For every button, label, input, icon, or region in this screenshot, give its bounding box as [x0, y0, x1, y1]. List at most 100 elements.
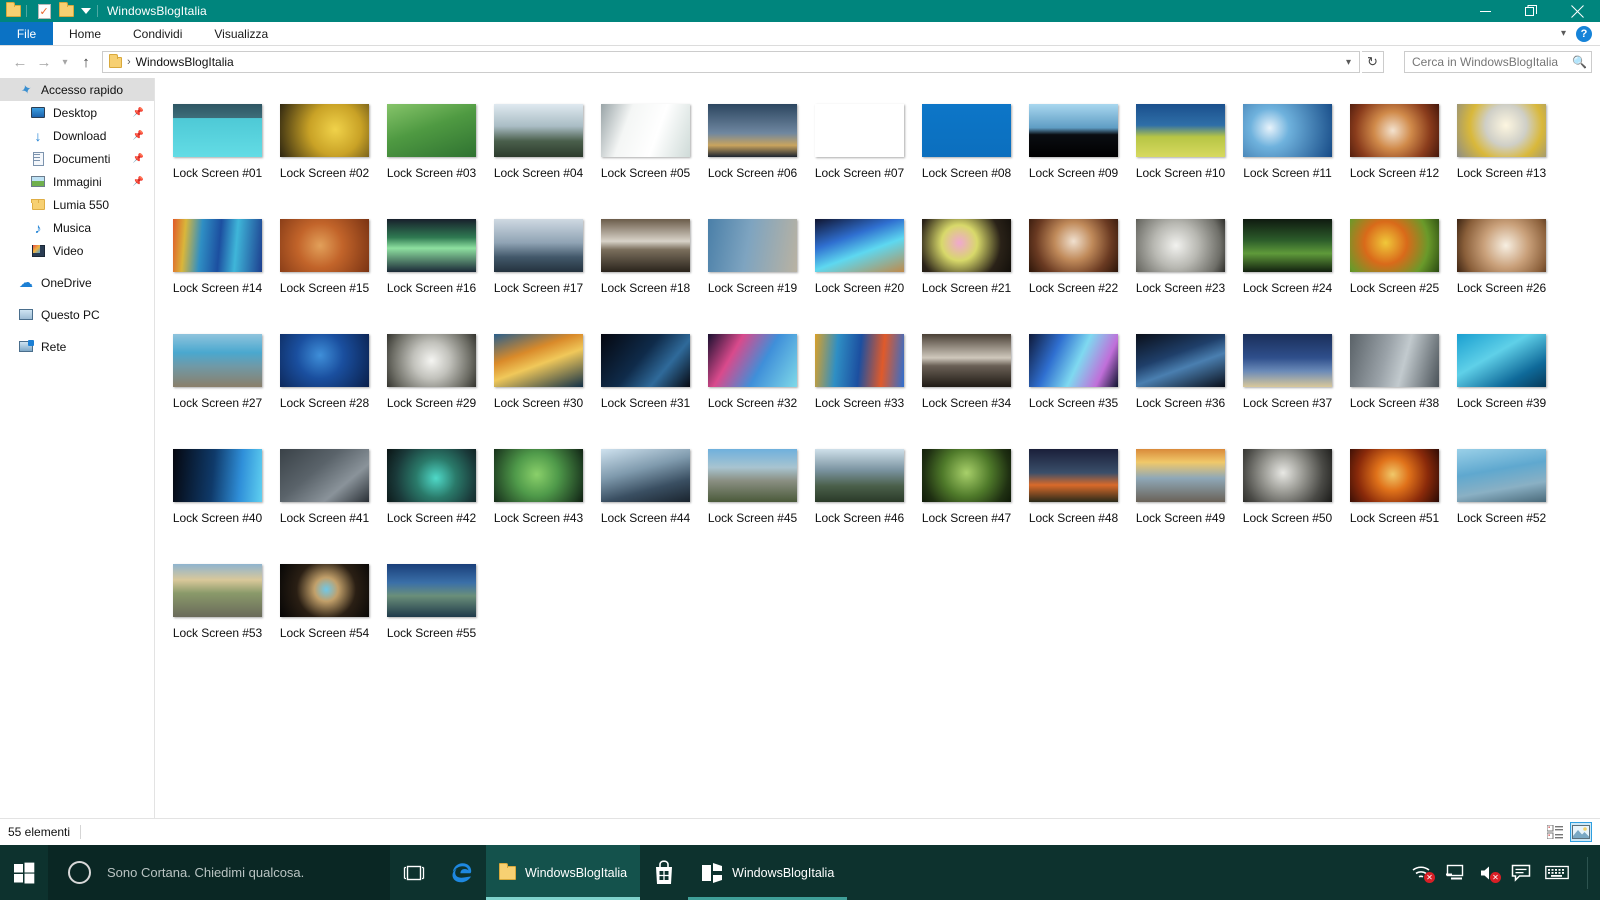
refresh-button[interactable]: ↻: [1362, 51, 1384, 73]
pin-icon[interactable]: 📌: [133, 176, 144, 187]
sidebar-item-onedrive[interactable]: ☁OneDrive: [0, 271, 154, 294]
tab-condividi[interactable]: Condividi: [117, 22, 198, 45]
sidebar-item-immagini[interactable]: Immagini📌: [0, 170, 154, 193]
recent-locations-icon[interactable]: ▾: [56, 50, 74, 74]
keyboard-icon[interactable]: [1545, 865, 1569, 880]
file-tile[interactable]: Lock Screen #29: [378, 330, 485, 445]
file-tile[interactable]: Lock Screen #24: [1234, 215, 1341, 330]
network-wireless-icon[interactable]: ✕: [1411, 865, 1431, 881]
file-tile[interactable]: Lock Screen #40: [164, 445, 271, 560]
file-tile[interactable]: Lock Screen #32: [699, 330, 806, 445]
quick-access-folder-icon[interactable]: [4, 3, 22, 19]
file-tile[interactable]: Lock Screen #34: [913, 330, 1020, 445]
file-tile[interactable]: Lock Screen #54: [271, 560, 378, 675]
help-icon[interactable]: ?: [1576, 26, 1592, 42]
up-button[interactable]: ↑: [74, 50, 98, 74]
title-bar[interactable]: WindowsBlogItalia: [0, 0, 1600, 22]
file-tile[interactable]: Lock Screen #38: [1341, 330, 1448, 445]
file-tile[interactable]: Lock Screen #19: [699, 215, 806, 330]
sidebar-item-accesso-rapido[interactable]: ✦Accesso rapido: [0, 78, 154, 101]
file-tile[interactable]: Lock Screen #43: [485, 445, 592, 560]
file-tile[interactable]: Lock Screen #55: [378, 560, 485, 675]
file-tile[interactable]: Lock Screen #48: [1020, 445, 1127, 560]
properties-icon[interactable]: [35, 3, 53, 19]
store-button[interactable]: [640, 845, 688, 900]
file-tile[interactable]: Lock Screen #09: [1020, 100, 1127, 215]
file-tile[interactable]: Lock Screen #03: [378, 100, 485, 215]
breadcrumb-path[interactable]: WindowsBlogItalia: [136, 55, 234, 69]
search-input[interactable]: Cerca in WindowsBlogItalia 🔍: [1404, 51, 1592, 73]
customize-quick-access-caret-icon[interactable]: [79, 3, 93, 19]
file-tile[interactable]: Lock Screen #52: [1448, 445, 1555, 560]
file-list-view[interactable]: Lock Screen #01Lock Screen #02Lock Scree…: [156, 78, 1600, 818]
file-tile[interactable]: Lock Screen #07: [806, 100, 913, 215]
file-tile[interactable]: Lock Screen #37: [1234, 330, 1341, 445]
file-tile[interactable]: Lock Screen #13: [1448, 100, 1555, 215]
task-view-button[interactable]: [390, 845, 438, 900]
details-view-button[interactable]: [1544, 822, 1566, 842]
sidebar-item-questo-pc[interactable]: Questo PC: [0, 303, 154, 326]
file-tile[interactable]: Lock Screen #23: [1127, 215, 1234, 330]
sidebar-item-lumia-550[interactable]: Lumia 550: [0, 193, 154, 216]
file-tile[interactable]: Lock Screen #39: [1448, 330, 1555, 445]
file-tile[interactable]: Lock Screen #14: [164, 215, 271, 330]
pin-icon[interactable]: 📌: [133, 107, 144, 118]
breadcrumb[interactable]: › WindowsBlogItalia ▾: [102, 51, 1360, 73]
cortana-search-box[interactable]: Sono Cortana. Chiedimi qualcosa.: [48, 845, 390, 900]
network-ethernet-icon[interactable]: [1445, 864, 1465, 881]
file-tile[interactable]: Lock Screen #10: [1127, 100, 1234, 215]
chevron-down-icon[interactable]: ▾: [1561, 28, 1566, 39]
sidebar-item-documenti[interactable]: Documenti📌: [0, 147, 154, 170]
file-tile[interactable]: Lock Screen #33: [806, 330, 913, 445]
file-tile[interactable]: Lock Screen #41: [271, 445, 378, 560]
file-tile[interactable]: Lock Screen #47: [913, 445, 1020, 560]
restore-button[interactable]: [1508, 0, 1554, 22]
file-tile[interactable]: Lock Screen #12: [1341, 100, 1448, 215]
sidebar-item-rete[interactable]: Rete: [0, 335, 154, 358]
file-tile[interactable]: Lock Screen #46: [806, 445, 913, 560]
tab-file[interactable]: File: [0, 22, 53, 45]
file-tile[interactable]: Lock Screen #04: [485, 100, 592, 215]
tab-visualizza[interactable]: Visualizza: [198, 22, 284, 45]
file-tile[interactable]: Lock Screen #20: [806, 215, 913, 330]
file-tile[interactable]: Lock Screen #22: [1020, 215, 1127, 330]
sidebar-item-desktop[interactable]: Desktop📌: [0, 101, 154, 124]
file-tile[interactable]: Lock Screen #15: [271, 215, 378, 330]
file-tile[interactable]: Lock Screen #35: [1020, 330, 1127, 445]
forward-button[interactable]: →: [32, 50, 56, 74]
file-tile[interactable]: Lock Screen #21: [913, 215, 1020, 330]
file-tile[interactable]: Lock Screen #06: [699, 100, 806, 215]
file-tile[interactable]: Lock Screen #30: [485, 330, 592, 445]
file-tile[interactable]: Lock Screen #18: [592, 215, 699, 330]
edge-button[interactable]: [438, 845, 486, 900]
file-tile[interactable]: Lock Screen #42: [378, 445, 485, 560]
action-center-icon[interactable]: [1511, 864, 1531, 882]
taskbar-windows-app[interactable]: WindowsBlogItalia: [688, 845, 847, 900]
file-tile[interactable]: Lock Screen #28: [271, 330, 378, 445]
back-button[interactable]: ←: [8, 50, 32, 74]
file-tile[interactable]: Lock Screen #16: [378, 215, 485, 330]
volume-icon[interactable]: ✕: [1479, 865, 1497, 881]
tab-home[interactable]: Home: [53, 22, 117, 45]
pin-icon[interactable]: 📌: [133, 153, 144, 164]
file-tile[interactable]: Lock Screen #11: [1234, 100, 1341, 215]
file-tile[interactable]: Lock Screen #49: [1127, 445, 1234, 560]
sidebar-item-video[interactable]: Video: [0, 239, 154, 262]
file-tile[interactable]: Lock Screen #45: [699, 445, 806, 560]
taskbar-file-explorer[interactable]: WindowsBlogItalia: [486, 845, 640, 900]
file-tile[interactable]: Lock Screen #26: [1448, 215, 1555, 330]
close-button[interactable]: [1554, 0, 1600, 22]
search-icon[interactable]: 🔍: [1572, 55, 1587, 69]
file-tile[interactable]: Lock Screen #25: [1341, 215, 1448, 330]
large-icons-view-button[interactable]: [1570, 822, 1592, 842]
minimize-button[interactable]: [1462, 0, 1508, 22]
file-tile[interactable]: Lock Screen #17: [485, 215, 592, 330]
chevron-down-icon[interactable]: ▾: [1346, 57, 1357, 68]
show-desktop-button[interactable]: [1587, 857, 1588, 889]
file-tile[interactable]: Lock Screen #44: [592, 445, 699, 560]
sidebar-item-musica[interactable]: ♪Musica: [0, 216, 154, 239]
new-folder-icon[interactable]: [57, 3, 75, 19]
file-tile[interactable]: Lock Screen #27: [164, 330, 271, 445]
file-tile[interactable]: Lock Screen #50: [1234, 445, 1341, 560]
start-button[interactable]: [0, 845, 48, 900]
